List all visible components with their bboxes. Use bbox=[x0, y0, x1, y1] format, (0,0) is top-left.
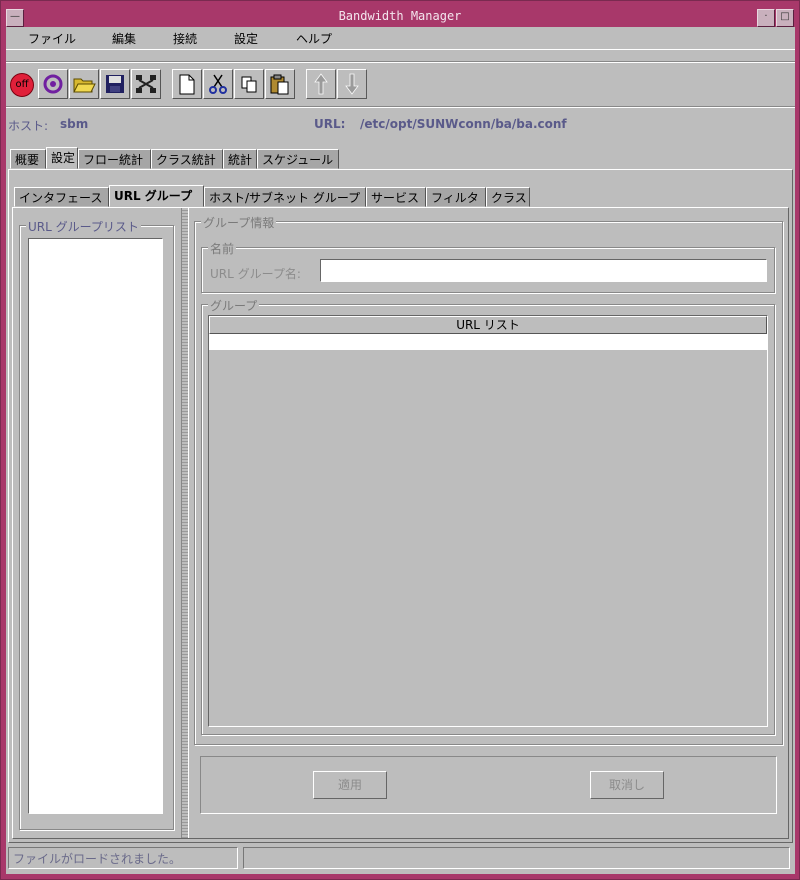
name-section: 名前 URL グループ名: bbox=[201, 240, 775, 293]
menu-bar: ファイル 編集 接続 設定 ヘルプ bbox=[6, 27, 795, 50]
open-button[interactable] bbox=[69, 69, 99, 99]
group-info-title: グループ情報 bbox=[201, 214, 277, 231]
toolbar-separator bbox=[6, 106, 795, 108]
down-arrow-icon bbox=[345, 73, 359, 95]
url-group-list-title: URL グループリスト bbox=[26, 218, 141, 235]
table-row[interactable] bbox=[209, 334, 767, 350]
window-frame: — Bandwidth Manager · □ ファイル 編集 接続 設定 ヘル… bbox=[0, 0, 800, 880]
new-button[interactable] bbox=[172, 69, 202, 99]
menu-file[interactable]: ファイル bbox=[28, 30, 76, 47]
url-list-header[interactable]: URL リスト bbox=[209, 316, 767, 334]
tab-overview[interactable]: 概要 bbox=[10, 149, 46, 169]
window-title: Bandwidth Manager bbox=[338, 9, 462, 23]
settings-panel: インタフェース URL グループ ホスト/サブネット グループ サービス フィル… bbox=[8, 169, 793, 843]
paste-button[interactable] bbox=[265, 69, 295, 99]
url-group-name-label: URL グループ名: bbox=[210, 267, 301, 281]
tab-filter[interactable]: フィルタ bbox=[426, 187, 486, 207]
copy-icon bbox=[241, 76, 257, 93]
tab-class-stats[interactable]: クラス統計 bbox=[151, 149, 223, 169]
split-pane-divider[interactable] bbox=[181, 208, 189, 838]
status-message: ファイルがロードされました。 bbox=[8, 847, 238, 869]
tab-schedule[interactable]: スケジュール bbox=[257, 149, 339, 169]
button-bar: 適用 取消し bbox=[200, 756, 777, 814]
maximize-button[interactable]: □ bbox=[776, 9, 794, 27]
menu-edit[interactable]: 編集 bbox=[112, 30, 136, 47]
url-group-panel: URL グループリスト グループ情報 名前 URL グループ名: グループ UR… bbox=[12, 207, 789, 839]
group-section-title: グループ bbox=[208, 297, 260, 314]
cancel-button[interactable]: 取消し bbox=[590, 771, 664, 799]
menu-help[interactable]: ヘルプ bbox=[296, 30, 332, 47]
name-section-title: 名前 bbox=[208, 240, 237, 257]
tab-service[interactable]: サービス bbox=[366, 187, 426, 207]
network-icon bbox=[136, 75, 156, 93]
copy-button[interactable] bbox=[234, 69, 264, 99]
move-up-button[interactable] bbox=[306, 69, 336, 99]
cut-button[interactable] bbox=[203, 69, 233, 99]
menu-connect[interactable]: 接続 bbox=[173, 30, 197, 47]
save-button[interactable] bbox=[100, 69, 130, 99]
group-info-frame: グループ情報 名前 URL グループ名: グループ URL リスト bbox=[194, 214, 783, 745]
url-group-name-input[interactable] bbox=[320, 259, 767, 282]
open-folder-icon bbox=[73, 78, 96, 93]
save-icon bbox=[106, 75, 124, 93]
client-area: ファイル 編集 接続 設定 ヘルプ off ホスト: sbm URL: /etc… bbox=[6, 27, 795, 874]
url-group-list-frame: URL グループリスト bbox=[19, 218, 174, 830]
tab-flow-stats[interactable]: フロー統計 bbox=[78, 149, 151, 169]
tab-stats[interactable]: 統計 bbox=[223, 149, 257, 169]
cut-icon bbox=[209, 74, 227, 94]
host-label: ホスト: bbox=[8, 119, 49, 133]
tab-url-group[interactable]: URL グループ bbox=[109, 185, 204, 207]
apply-button[interactable]: 適用 bbox=[313, 771, 387, 799]
group-section: グループ URL リスト bbox=[201, 297, 775, 735]
paste-icon bbox=[270, 74, 289, 95]
network-button[interactable] bbox=[131, 69, 161, 99]
off-icon[interactable]: off bbox=[10, 73, 34, 97]
toolbar: off bbox=[6, 65, 795, 103]
url-group-listbox[interactable] bbox=[28, 238, 163, 814]
url-list-table[interactable]: URL リスト bbox=[208, 315, 768, 727]
connect-icon bbox=[43, 74, 63, 94]
url-label: URL: bbox=[314, 117, 346, 131]
tab-host-subnet-group[interactable]: ホスト/サブネット グループ bbox=[204, 187, 366, 207]
connect-button[interactable] bbox=[38, 69, 68, 99]
new-file-icon bbox=[179, 74, 195, 95]
title-bar[interactable]: — Bandwidth Manager · □ bbox=[5, 6, 795, 27]
up-arrow-icon bbox=[314, 73, 328, 95]
menu-separator bbox=[6, 61, 795, 63]
tab-settings[interactable]: 設定 bbox=[46, 147, 78, 169]
menu-settings[interactable]: 設定 bbox=[234, 30, 258, 47]
status-secondary bbox=[243, 847, 790, 869]
tab-interface[interactable]: インタフェース bbox=[14, 187, 109, 207]
host-value: sbm bbox=[60, 117, 89, 131]
move-down-button[interactable] bbox=[337, 69, 367, 99]
minimize-button[interactable]: · bbox=[757, 9, 775, 27]
url-value: /etc/opt/SUNWconn/ba/ba.conf bbox=[360, 117, 567, 131]
tab-class[interactable]: クラス bbox=[486, 187, 530, 207]
